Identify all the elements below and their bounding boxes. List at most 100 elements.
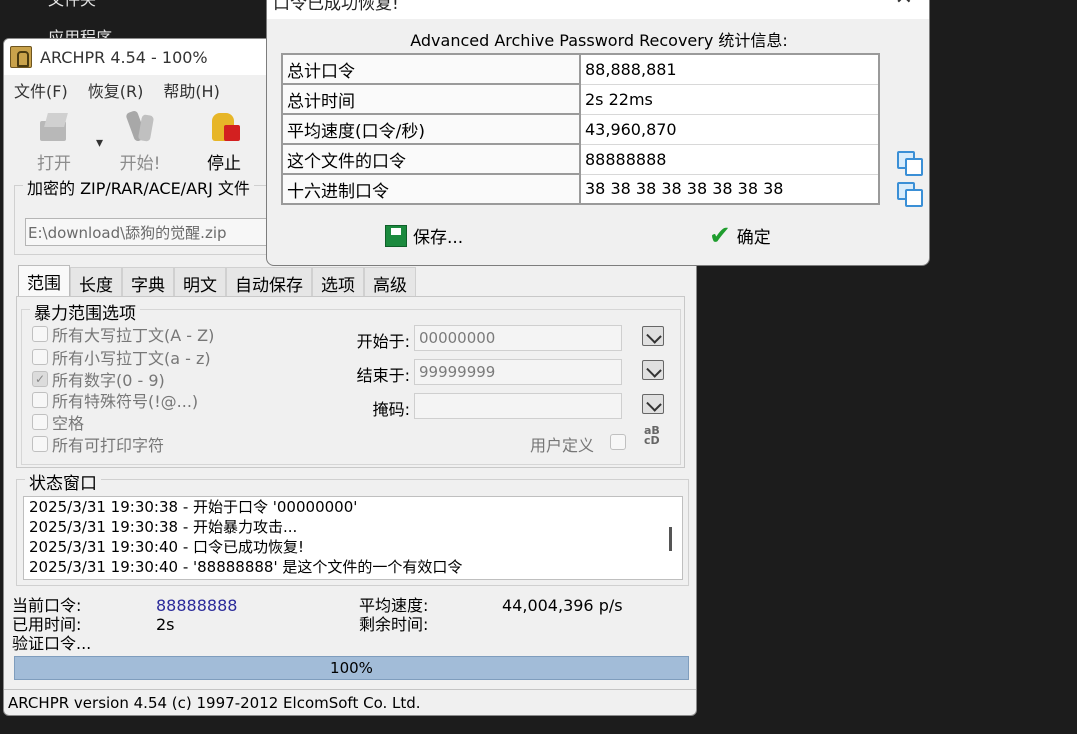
- option-printable[interactable]: 所有可打印字符: [32, 432, 164, 456]
- status-bar: ARCHPR version 4.54 (c) 1997-2012 ElcomS…: [4, 689, 696, 715]
- progress-bar: 100%: [14, 656, 689, 680]
- stat-label-total-time: 总计时间: [281, 83, 581, 115]
- current-password-label: 当前口令:: [12, 596, 82, 615]
- option-lowercase-label: 所有小写拉丁文(a - z): [52, 349, 211, 368]
- open-folder-icon: [36, 109, 72, 145]
- start-from-picker-icon[interactable]: [642, 326, 664, 346]
- status-bar-text: ARCHPR version 4.54 (c) 1997-2012 ElcomS…: [8, 694, 421, 712]
- desktop-label-folder: 文件夹: [48, 0, 96, 10]
- stat-label-file-password: 这个文件的口令: [281, 143, 581, 175]
- copy-password-icon[interactable]: [897, 151, 923, 176]
- log-scrollbar[interactable]: [669, 527, 672, 551]
- tab-length[interactable]: 长度: [70, 267, 122, 297]
- stat-value-total-time: 2s 22ms: [579, 83, 880, 115]
- stat-value-hex-password[interactable]: 38 38 38 38 38 38 38 38: [579, 173, 880, 205]
- log-line: 2025/3/31 19:30:38 - 开始暴力攻击...: [29, 518, 298, 536]
- status-window-title: 状态窗口: [25, 469, 101, 494]
- save-button-label: 保存...: [413, 228, 464, 248]
- stats-table: 总计口令 88,888,881 总计时间 2s 22ms 平均速度(口令/秒) …: [281, 53, 880, 205]
- tab-options[interactable]: 选项: [312, 267, 364, 297]
- log-line: 2025/3/31 19:30:40 - 口令已成功恢复!: [29, 538, 305, 556]
- user-defined-label: 用户定义: [530, 436, 595, 455]
- dialog-title: 口令已成功恢复!: [273, 0, 399, 14]
- ok-button-label: 确定: [736, 228, 771, 248]
- table-row: 十六进制口令 38 38 38 38 38 38 38 38: [281, 173, 880, 205]
- checkbox-printable[interactable]: [32, 436, 48, 452]
- elapsed-time-label: 已用时间:: [12, 615, 82, 634]
- user-defined-checkbox[interactable]: [610, 434, 626, 450]
- log-line: 2025/3/31 19:30:38 - 开始于口令 '00000000': [29, 498, 358, 516]
- table-row: 总计口令 88,888,881: [281, 53, 880, 85]
- file-path-input[interactable]: E:\download\舔狗的觉醒.zip: [25, 218, 293, 246]
- checkmark-icon: ✔: [709, 220, 731, 251]
- status-log[interactable]: 2025/3/31 19:30:38 - 开始于口令 '00000000' 20…: [23, 496, 683, 580]
- brute-range-group: 暴力范围选项 所有大写拉丁文(A - Z) 所有小写拉丁文(a - z) ✓ 所…: [21, 299, 681, 465]
- stat-value-total-passwords: 88,888,881: [579, 53, 880, 85]
- ok-button[interactable]: ✔ 确定: [709, 220, 771, 251]
- encrypted-file-group: 加密的 ZIP/RAR/ACE/ARJ 文件 E:\download\舔狗的觉醒…: [14, 175, 293, 255]
- option-printable-label: 所有可打印字符: [52, 436, 165, 455]
- save-disk-icon: [385, 224, 407, 247]
- elapsed-time-value: 2s: [156, 615, 175, 634]
- stop-button-label: 停止: [207, 154, 241, 174]
- stop-lock-icon: [206, 109, 242, 145]
- copy-hex-password-icon[interactable]: [897, 182, 923, 207]
- menu-file[interactable]: 文件(F): [14, 78, 68, 102]
- option-space-label: 空格: [52, 414, 85, 433]
- archpr-app-icon: [10, 46, 32, 68]
- menu-recover[interactable]: 恢复(R): [88, 78, 144, 102]
- table-row: 这个文件的口令 88888888: [281, 143, 880, 175]
- menu-help[interactable]: 帮助(H): [163, 78, 220, 102]
- option-uppercase[interactable]: 所有大写拉丁文(A - Z): [32, 322, 214, 346]
- stop-button[interactable]: 停止: [194, 109, 254, 174]
- option-lowercase[interactable]: 所有小写拉丁文(a - z): [32, 345, 211, 369]
- end-at-picker-icon[interactable]: [642, 360, 664, 380]
- range-tab-panel: 暴力范围选项 所有大写拉丁文(A - Z) 所有小写拉丁文(a - z) ✓ 所…: [16, 296, 685, 468]
- option-special[interactable]: 所有特殊符号(!@...): [32, 388, 198, 412]
- stat-value-file-password[interactable]: 88888888: [579, 143, 880, 175]
- tab-autosave[interactable]: 自动保存: [226, 267, 312, 297]
- save-button[interactable]: 保存...: [385, 223, 463, 248]
- open-dropdown-arrow[interactable]: ▾: [96, 135, 103, 151]
- password-recovered-dialog: 口令已成功恢复! ✕ Advanced Archive Password Rec…: [266, 0, 930, 266]
- stat-label-avg-speed: 平均速度(口令/秒): [281, 113, 581, 145]
- current-password-value: 88888888: [156, 596, 238, 615]
- start-button-label: 开始!: [119, 154, 161, 174]
- checkbox-special[interactable]: [32, 392, 48, 408]
- dialog-titlebar[interactable]: 口令已成功恢复! ✕: [267, 0, 929, 19]
- start-button[interactable]: 开始!: [110, 109, 170, 174]
- checkbox-uppercase[interactable]: [32, 326, 48, 342]
- status-window-group: 状态窗口 2025/3/31 19:30:38 - 开始于口令 '0000000…: [16, 469, 689, 586]
- start-keys-icon: [122, 109, 158, 145]
- stats-header: Advanced Archive Password Recovery 统计信息:: [410, 31, 788, 50]
- tab-advanced[interactable]: 高级: [364, 267, 416, 297]
- stat-label-hex-password: 十六进制口令: [281, 173, 581, 205]
- tab-range[interactable]: 范围: [18, 265, 70, 297]
- start-from-input[interactable]: 00000000: [414, 325, 622, 351]
- mask-input[interactable]: [414, 393, 622, 419]
- encrypted-file-group-title: 加密的 ZIP/RAR/ACE/ARJ 文件: [23, 175, 254, 199]
- end-at-input[interactable]: 99999999: [414, 359, 622, 385]
- option-space[interactable]: 空格: [32, 410, 84, 434]
- checkbox-digits[interactable]: ✓: [32, 371, 48, 387]
- option-special-label: 所有特殊符号(!@...): [52, 392, 199, 411]
- stat-value-avg-speed: 43,960,870: [579, 113, 880, 145]
- log-line: 2025/3/31 19:30:40 - '88888888' 是这个文件的一个…: [29, 558, 463, 576]
- table-row: 总计时间 2s 22ms: [281, 83, 880, 115]
- stat-label-total-passwords: 总计口令: [281, 53, 581, 85]
- charset-edit-icon[interactable]: aBcD: [644, 425, 666, 446]
- tab-dictionary[interactable]: 字典: [122, 267, 174, 297]
- avg-speed-value: 44,004,396 p/s: [502, 596, 623, 615]
- options-tabs: 范围 长度 字典 明文 自动保存 选项 高级: [18, 265, 416, 297]
- verify-password-label: 验证口令...: [12, 634, 92, 653]
- brute-range-title: 暴力范围选项: [30, 299, 140, 324]
- avg-speed-label: 平均速度:: [359, 596, 429, 615]
- checkbox-space[interactable]: [32, 414, 48, 430]
- mask-picker-icon[interactable]: [642, 394, 664, 414]
- checkbox-lowercase[interactable]: [32, 349, 48, 365]
- progress-text: 100%: [330, 659, 373, 677]
- close-icon[interactable]: ✕: [895, 0, 913, 10]
- tab-plaintext[interactable]: 明文: [174, 267, 226, 297]
- open-button[interactable]: 打开: [24, 109, 84, 174]
- main-window-title: ARCHPR 4.54 - 100%: [40, 47, 208, 67]
